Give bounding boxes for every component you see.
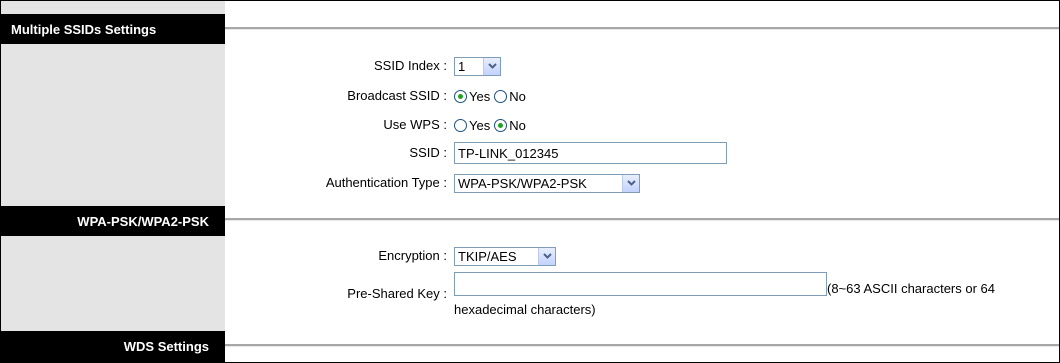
- auth-type-select[interactable]: WPA-PSK/WPA2-PSK: [454, 173, 640, 193]
- chevron-down-icon: [483, 57, 500, 75]
- section-header-wpa: WPA-PSK/WPA2-PSK: [1, 206, 225, 236]
- divider-line: [225, 218, 1059, 221]
- encryption-select[interactable]: TKIP/AES: [454, 246, 556, 266]
- auth-type-value: WPA-PSK/WPA2-PSK: [458, 175, 587, 191]
- divider-line: [225, 344, 1059, 347]
- use-wps-yes-radio[interactable]: [454, 118, 467, 132]
- radio-selected-icon: [498, 122, 504, 128]
- ssid-label: SSID :: [409, 145, 447, 160]
- ssid-index-label: SSID Index :: [374, 58, 447, 73]
- psk-hint-line2: hexadecimal characters): [454, 302, 596, 317]
- encryption-value: TKIP/AES: [458, 248, 517, 264]
- use-wps-label: Use WPS :: [383, 117, 447, 132]
- broadcast-ssid-yes-label: Yes: [469, 88, 491, 104]
- broadcast-ssid-no-radio[interactable]: [494, 89, 508, 103]
- section-header-wds: WDS Settings: [1, 331, 225, 362]
- use-wps-no-label: No: [509, 117, 526, 133]
- use-wps-no-radio[interactable]: [494, 118, 508, 132]
- psk-input[interactable]: [454, 272, 827, 296]
- auth-type-label: Authentication Type :: [325, 175, 447, 190]
- radio-selected-icon: [458, 93, 463, 99]
- encryption-row: Encryption : TKIP/AES: [225, 243, 1060, 269]
- ssid-index-row: SSID Index : 1: [225, 53, 1060, 79]
- chevron-down-icon: [622, 174, 639, 192]
- broadcast-ssid-yes-radio[interactable]: [454, 89, 467, 103]
- psk-control: (8~63 ASCII characters or 64 hexadecimal…: [454, 272, 1054, 317]
- psk-row: Pre-Shared Key : (8~63 ASCII characters …: [225, 272, 1060, 322]
- broadcast-ssid-row: Broadcast SSID : Yes No: [225, 83, 1060, 109]
- use-wps-yes-label: Yes: [469, 117, 491, 133]
- use-wps-row: Use WPS : Yes No: [225, 112, 1060, 138]
- encryption-label: Encryption :: [378, 248, 447, 263]
- psk-label: Pre-Shared Key :: [347, 286, 447, 301]
- ssid-index-value: 1: [458, 58, 466, 74]
- chevron-down-icon: [538, 247, 555, 265]
- divider-line: [225, 27, 1059, 30]
- ssid-input[interactable]: TP-LINK_012345: [454, 142, 727, 164]
- ssid-index-select[interactable]: 1: [454, 56, 501, 76]
- ssid-row: SSID : TP-LINK_012345: [225, 140, 1060, 166]
- psk-hint-line1: (8~63 ASCII characters or 64: [827, 281, 996, 296]
- section-header-multiple-ssids: Multiple SSIDs Settings: [1, 14, 225, 44]
- ssid-input-value: TP-LINK_012345: [458, 145, 559, 161]
- auth-type-row: Authentication Type : WPA-PSK/WPA2-PSK: [225, 170, 1060, 196]
- broadcast-ssid-label: Broadcast SSID :: [347, 88, 447, 103]
- sidebar-panel: [1, 1, 225, 362]
- broadcast-ssid-no-label: No: [509, 88, 526, 104]
